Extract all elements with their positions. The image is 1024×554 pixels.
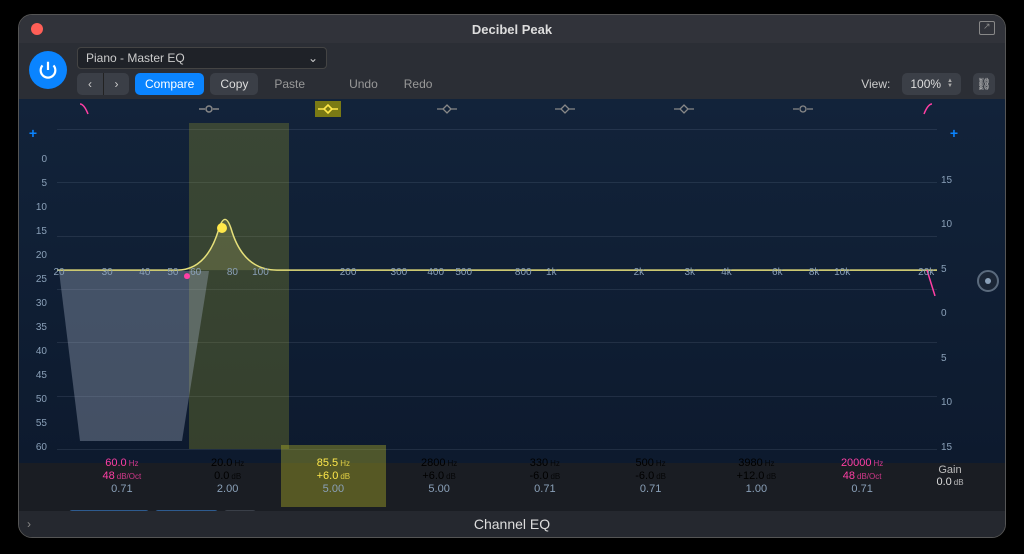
view-label: View: xyxy=(861,77,890,91)
master-gain-knob[interactable] xyxy=(977,270,999,292)
eq-curve[interactable] xyxy=(57,129,937,449)
compare-button[interactable]: Compare xyxy=(135,73,204,95)
band-column[interactable]: 500Hz-6.0dB0.71 xyxy=(598,445,704,507)
band-lpf-icon[interactable] xyxy=(909,101,935,117)
preset-name: Piano - Master EQ xyxy=(86,51,185,65)
popout-icon[interactable] xyxy=(979,21,995,35)
band-peak-icon[interactable] xyxy=(671,101,697,117)
eq-plot[interactable]: + 0510 152025 303540 455055 60 + 15105 0… xyxy=(19,99,1005,463)
band-node-handle[interactable] xyxy=(217,223,227,233)
preset-select[interactable]: Piano - Master EQ ⌄ xyxy=(77,47,327,69)
zoom-control[interactable]: 100% ▲▼ xyxy=(902,73,961,95)
titlebar: Decibel Peak xyxy=(19,15,1005,43)
expand-icon[interactable]: › xyxy=(27,517,31,531)
plugin-name: Channel EQ xyxy=(474,516,550,532)
paste-button[interactable]: Paste xyxy=(264,73,315,95)
window-title: Decibel Peak xyxy=(19,22,1005,37)
toolbar: Piano - Master EQ ⌄ ‹ › Compare Copy Pas… xyxy=(19,43,1005,99)
band-column[interactable]: 2800Hz+6.0dB5.00 xyxy=(386,445,492,507)
band-hpf-icon[interactable] xyxy=(77,101,103,117)
power-button[interactable] xyxy=(29,51,67,89)
band-column[interactable]: 60.0Hz48dB/Oct0.71 xyxy=(69,445,175,507)
plus-icon[interactable]: + xyxy=(19,125,47,141)
band-column[interactable]: 20.0Hz0.0dB2.00 xyxy=(175,445,281,507)
band-peak-icon-selected[interactable] xyxy=(315,101,341,117)
band-type-row xyxy=(77,101,935,123)
prev-preset-button[interactable]: ‹ xyxy=(77,73,103,95)
plus-icon[interactable]: + xyxy=(941,125,967,141)
copy-button[interactable]: Copy xyxy=(210,73,258,95)
master-gain-readout[interactable]: Gain0.0dB xyxy=(915,445,985,507)
undo-button[interactable]: Undo xyxy=(339,73,388,95)
band-highshelf-icon[interactable] xyxy=(790,101,816,117)
band-params: 60.0Hz48dB/Oct0.7120.0Hz0.0dB2.0085.5Hz+… xyxy=(69,445,985,507)
y-axis-analyzer: + 0510 152025 303540 455055 60 xyxy=(19,125,53,453)
footer: › Channel EQ xyxy=(19,511,1005,537)
band-column[interactable]: 330Hz-6.0dB0.71 xyxy=(492,445,598,507)
plugin-window: Decibel Peak Piano - Master EQ ⌄ ‹ › Com… xyxy=(18,14,1006,538)
link-icon[interactable]: ⛓ xyxy=(973,73,995,95)
close-icon[interactable] xyxy=(31,23,43,35)
chevron-down-icon: ⌄ xyxy=(308,51,318,65)
band-peak-icon[interactable] xyxy=(552,101,578,117)
band-lowshelf-icon[interactable] xyxy=(196,101,222,117)
band-peak-icon[interactable] xyxy=(434,101,460,117)
redo-button[interactable]: Redo xyxy=(394,73,443,95)
band-column[interactable]: 85.5Hz+6.0dB5.00 xyxy=(281,445,387,507)
y-axis-gain: + 15105 0510 15 xyxy=(937,125,967,453)
band-column[interactable]: 3980Hz+12.0dB1.00 xyxy=(704,445,810,507)
next-preset-button[interactable]: › xyxy=(103,73,129,95)
band-column[interactable]: 20000Hz48dB/Oct0.71 xyxy=(809,445,915,507)
